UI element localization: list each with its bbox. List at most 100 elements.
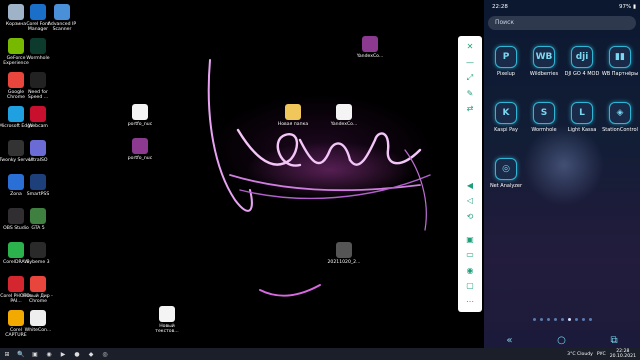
- desktop-file[interactable]: 20211020_2...: [327, 242, 361, 265]
- desktop-icon[interactable]: Sybeme 3: [23, 242, 53, 265]
- media-player-icon[interactable]: ▶: [56, 349, 70, 359]
- back-icon[interactable]: «: [506, 335, 512, 346]
- app-wormhole[interactable]: S Wormhole: [526, 102, 562, 133]
- app-icon: L: [571, 102, 593, 124]
- desktop-icon-label: Новая папка: [277, 122, 309, 127]
- volume-down-icon[interactable]: ◁: [463, 196, 477, 206]
- phone-mirror-window: 22:28 97% ▮ Поиск P Pixelup WB Wildberries d…: [484, 0, 640, 348]
- home-icon[interactable]: ○: [557, 335, 566, 346]
- phone-status-bar: 22:28 97% ▮: [492, 4, 636, 12]
- app-icon: ◎: [495, 158, 517, 180]
- app-icon[interactable]: ◎: [98, 349, 112, 359]
- desktop-icon[interactable]: SmartPSS: [23, 174, 53, 197]
- app-icon: S: [533, 102, 555, 124]
- desktop-icon[interactable]: Need for Speed ...: [23, 72, 53, 100]
- app-icon: ◈: [609, 102, 631, 124]
- fullscreen-icon[interactable]: ⤢: [463, 73, 477, 83]
- wormhole-icon: [30, 38, 46, 54]
- recents-icon[interactable]: ⧉: [611, 335, 618, 346]
- rotate-icon[interactable]: ⟲: [463, 212, 477, 222]
- app-light-kassa[interactable]: L Light Kassa: [564, 102, 600, 133]
- desktop-file[interactable]: YandexCo...: [355, 36, 385, 59]
- screenshot-icon[interactable]: ▣: [463, 235, 477, 245]
- file-icon: [30, 310, 46, 326]
- start-icon[interactable]: ⊞: [0, 349, 14, 359]
- app-label: Light Kassa: [567, 127, 597, 133]
- file-icon: [336, 104, 352, 120]
- desktop-icon-label: SmartPSS: [26, 192, 50, 197]
- chrome-icon: [8, 72, 24, 88]
- desktop-icon[interactable]: WhiteCon...: [23, 310, 53, 333]
- ultraiso-icon: [30, 140, 46, 156]
- folder-icon: [285, 104, 301, 120]
- page-indicator: [514, 318, 610, 321]
- search-icon[interactable]: 🔍: [14, 349, 28, 359]
- desktop-icon-label: Новый текстов...: [155, 324, 179, 335]
- phone-time: 22:28: [492, 4, 508, 10]
- file-icon: [159, 306, 175, 322]
- weather-widget[interactable]: 3°C Cloudy: [567, 352, 593, 357]
- gta-icon: [30, 208, 46, 224]
- chrome-icon[interactable]: ◉: [42, 349, 56, 359]
- desktop-icon[interactable]: Advanced IP Scanner: [47, 4, 77, 32]
- phone-screen-icon[interactable]: ▭: [463, 250, 477, 260]
- app-label: Wildberries: [529, 71, 559, 77]
- app-label: StationControl: [602, 127, 638, 133]
- close-icon[interactable]: ✕: [463, 42, 477, 52]
- app-net-analyzer[interactable]: ◎ Net Analyzer: [488, 158, 524, 189]
- task-view-icon[interactable]: ▣: [28, 349, 42, 359]
- ip-scanner-icon: [54, 4, 70, 20]
- record-icon[interactable]: ●: [70, 349, 84, 359]
- desktop-icon[interactable]: UltraISO: [23, 140, 53, 163]
- language-indicator[interactable]: РУС: [597, 352, 606, 357]
- desktop-icon-label: 20211020_2...: [327, 260, 361, 265]
- desktop-icon-label: portfo_nuc: [127, 122, 153, 127]
- app-icon: WB: [533, 46, 555, 68]
- share-icon[interactable]: ⇄: [463, 104, 477, 114]
- app-wildberries[interactable]: WB Wildberries: [526, 46, 562, 77]
- pin-icon[interactable]: ✎: [463, 88, 477, 98]
- app-label: Kaspi Pay: [494, 127, 518, 133]
- desktop-icon[interactable]: Webcam: [23, 106, 53, 129]
- phone-nav-bar: « ○ ⧉: [484, 332, 640, 348]
- font-manager-icon: [30, 4, 46, 20]
- clock[interactable]: 22:28 20.10.2021: [610, 349, 636, 359]
- desktop-file[interactable]: portfo_nuc: [125, 138, 155, 161]
- corel-capture-icon: [8, 310, 24, 326]
- app-dji-go-4-mod[interactable]: dji DJI GO 4 MOD: [564, 46, 600, 77]
- desktop-file[interactable]: Новый текстов...: [152, 306, 182, 334]
- desktop-icon-label: YandexCo...: [330, 122, 358, 127]
- app-icon[interactable]: ◆: [84, 349, 98, 359]
- desktop-icon[interactable]: Новый Дир - Chrome: [23, 276, 53, 304]
- desktop-icon-label: Sybeme 3: [26, 260, 50, 265]
- desktop-file[interactable]: YandexCo...: [329, 104, 359, 127]
- app-wb-партн-ры[interactable]: ▮▮ WB Партнёры: [602, 46, 638, 77]
- camera-icon[interactable]: ◉: [463, 266, 477, 276]
- app-pixelup[interactable]: P Pixelup: [488, 46, 524, 77]
- nvidia-icon: [8, 38, 24, 54]
- app-stationcontrol[interactable]: ◈ StationControl: [602, 102, 638, 133]
- app-kaspi-pay[interactable]: K Kaspi Pay: [488, 102, 524, 133]
- desktop-icon-label: YandexCo...: [356, 54, 384, 59]
- app-icon: ▮▮: [609, 46, 631, 68]
- phone-mirror-toolbar: ✕ — ⤢ ✎ ⇄ ◀ ◁ ⟲ ▣ ▭ ◉ ▢ ⋯: [458, 36, 482, 312]
- coreldraw-icon: [8, 242, 24, 258]
- desktop-icon-label: Advanced IP Scanner: [47, 22, 77, 33]
- file-icon: [132, 104, 148, 120]
- desktop-icon-label: Webcam: [28, 124, 48, 129]
- desktop-icon[interactable]: GTA 5: [23, 208, 53, 231]
- sybeme-icon: [30, 242, 46, 258]
- folder-icon[interactable]: ▢: [463, 281, 477, 291]
- desktop-icon-label: GTA 5: [31, 226, 45, 231]
- phone-search-bar[interactable]: Поиск: [488, 16, 636, 30]
- desktop-file[interactable]: portfo_nuc: [125, 104, 155, 127]
- desktop-icon[interactable]: Wormhole: [23, 38, 53, 61]
- desktop-file[interactable]: Новая папка: [278, 104, 308, 127]
- zona-icon: [8, 174, 24, 190]
- more-icon[interactable]: ⋯: [463, 296, 477, 306]
- twonky-icon: [8, 140, 24, 156]
- taskbar: ⊞ 🔍 ▣ ◉ ▶ ● ◆ ◎ 3°C Cloudy РУС 22:28 20.10.2021: [0, 348, 640, 360]
- volume-icon[interactable]: ◀: [463, 181, 477, 191]
- phone-battery: 97% ▮: [619, 4, 636, 10]
- minimize-icon[interactable]: —: [463, 57, 477, 67]
